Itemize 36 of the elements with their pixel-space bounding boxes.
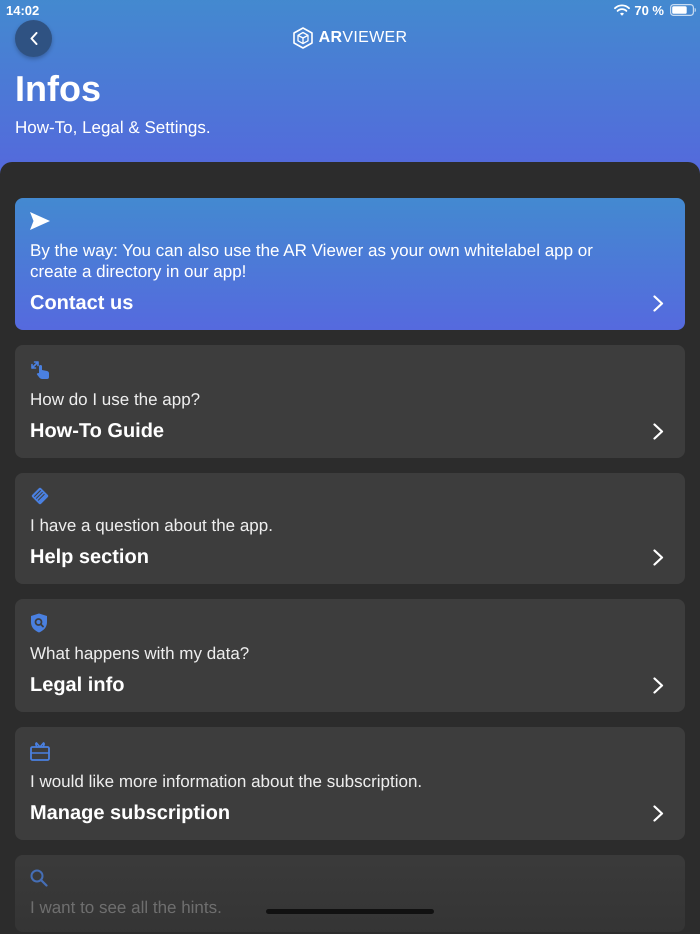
gift-icon — [30, 741, 50, 761]
battery-percentage: 70 % — [634, 2, 664, 18]
promo-text: By the way: You can also use the AR Viewer as your own whitelabel app or create a directory in our app! — [30, 240, 594, 282]
card-question: I would like more information about the subscription. — [30, 771, 422, 792]
chevron-left-icon — [30, 32, 38, 45]
chevron-right-icon — [653, 804, 664, 822]
paper-plane-icon — [30, 212, 50, 230]
search-icon — [30, 869, 48, 887]
info-card[interactable]: What happens with my data? Legal info — [15, 599, 685, 712]
hand-gesture-icon — [30, 359, 50, 379]
info-card[interactable]: I would like more information about the subscription. Manage subscription — [15, 727, 685, 840]
chevron-right-icon — [653, 676, 664, 694]
card-title: Help section — [30, 545, 149, 570]
chevron-right-icon — [653, 294, 664, 312]
app-logo-text: ARVIEWER — [318, 29, 408, 47]
page-title: Infos — [15, 69, 102, 109]
info-card[interactable]: I have a question about the app. Help section — [15, 473, 685, 584]
chevron-right-icon — [653, 422, 664, 440]
card-question: I have a question about the app. — [30, 515, 273, 536]
battery-icon — [670, 4, 696, 16]
card-title: Contact us — [30, 291, 134, 316]
chevron-right-icon — [653, 548, 664, 566]
card-title: How-To Guide — [30, 419, 164, 444]
card-title: Manage subscription — [30, 801, 230, 826]
cube-logo-icon — [292, 27, 313, 49]
card-title: Legal info — [30, 673, 124, 698]
status-time: 14:02 — [6, 2, 40, 18]
page-subtitle: How-To, Legal & Settings. — [15, 117, 212, 139]
card-question: What happens with my data? — [30, 643, 250, 664]
back-button[interactable] — [15, 20, 52, 57]
card-question: How do I use the app? — [30, 389, 200, 410]
info-card[interactable]: How do I use the app? How-To Guide — [15, 345, 685, 458]
card-question: I want to see all the hints. — [30, 897, 222, 918]
wifi-icon — [614, 4, 630, 16]
shield-search-icon — [30, 613, 48, 633]
contact-card[interactable]: By the way: You can also use the AR Viewer as your own whitelabel app or create a directory in our app! Contact us — [15, 198, 685, 330]
